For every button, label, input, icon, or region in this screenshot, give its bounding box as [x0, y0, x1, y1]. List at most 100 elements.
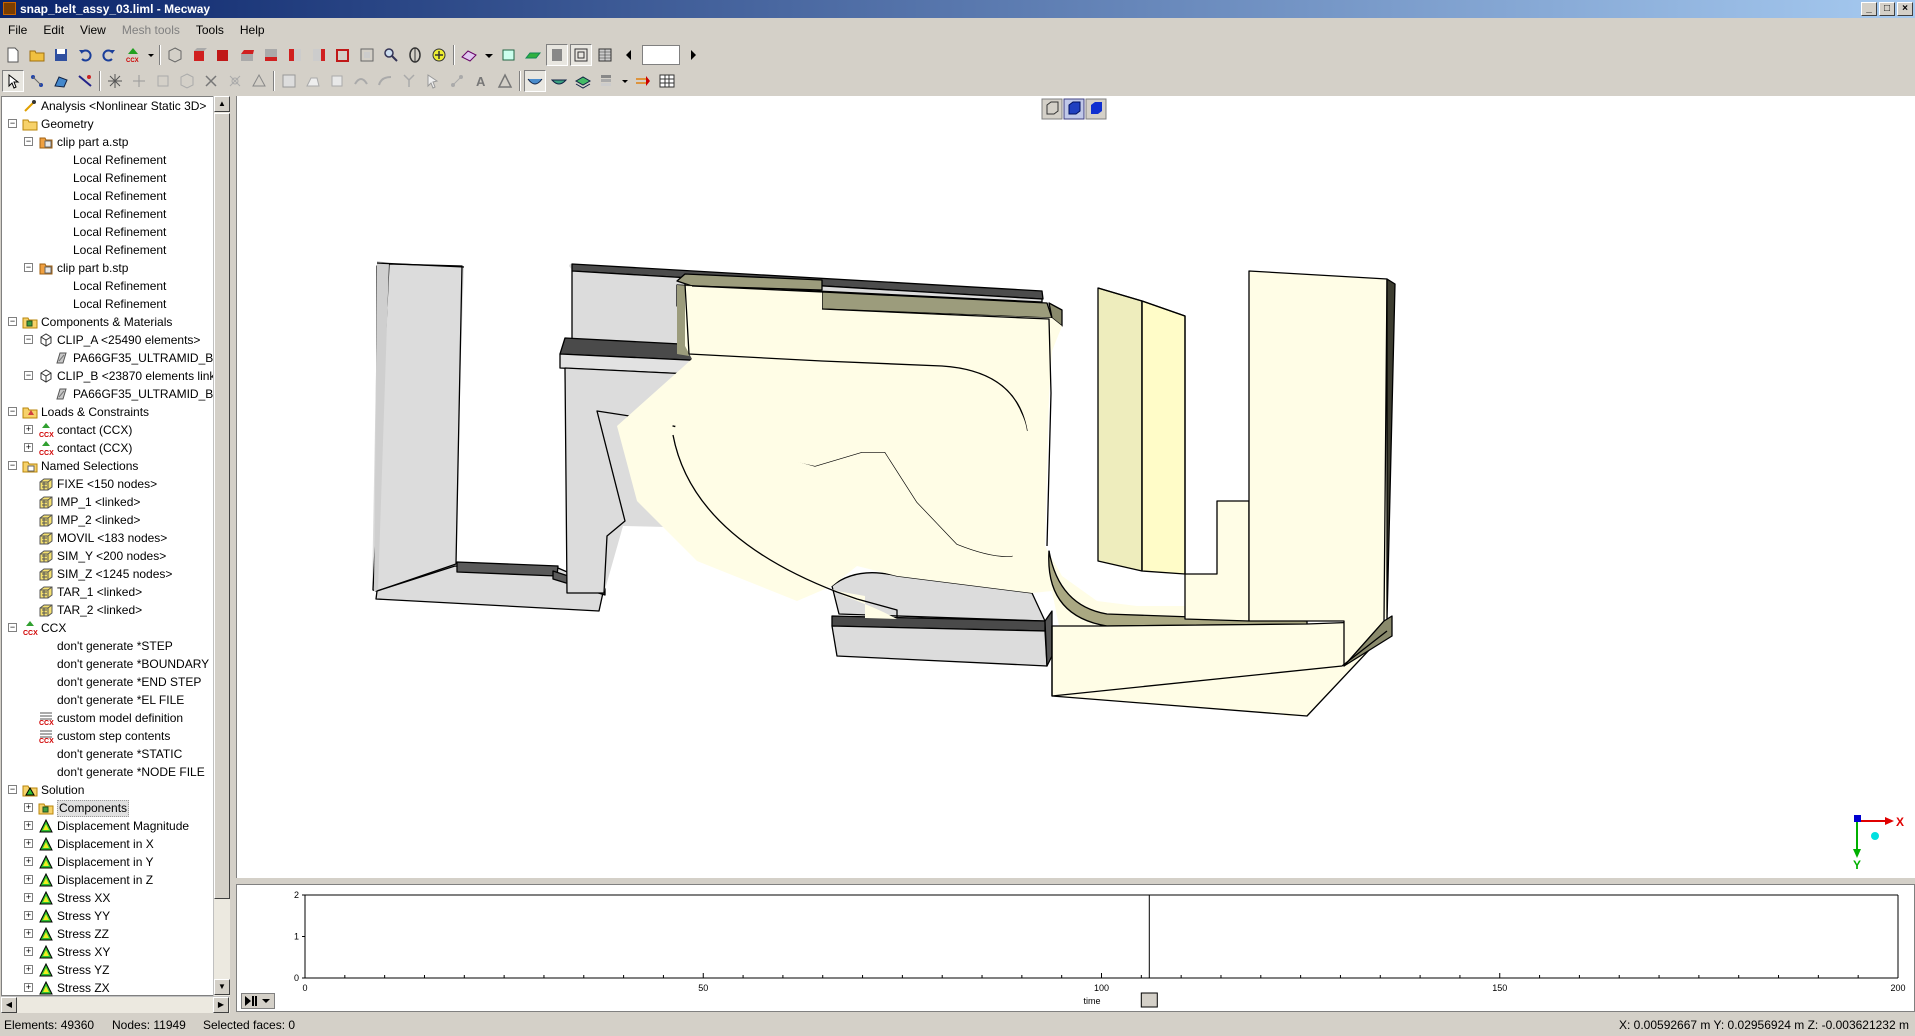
expand-icon[interactable]: + — [24, 911, 33, 920]
redo-button[interactable] — [98, 44, 120, 66]
tree-item[interactable]: SIM_Z <1245 nodes> — [2, 565, 214, 583]
collapse-icon[interactable]: − — [8, 119, 17, 128]
scatter-button[interactable] — [128, 70, 150, 92]
new-file-button[interactable] — [2, 44, 24, 66]
display-mode-button[interactable] — [522, 44, 544, 66]
label-a-button[interactable]: A — [470, 70, 492, 92]
view-back-button[interactable] — [212, 44, 234, 66]
expand-icon[interactable]: + — [24, 983, 33, 992]
scroll-left-arrow[interactable]: ◀ — [1, 997, 17, 1013]
tree-item[interactable]: don't generate *STEP — [2, 637, 214, 655]
tree-item[interactable]: Local Refinement — [2, 187, 214, 205]
expand-icon[interactable]: + — [24, 443, 33, 452]
tree-item[interactable]: + CCX contact (CCX) — [2, 439, 214, 457]
tree-item[interactable]: don't generate *NODE FILE — [2, 763, 214, 781]
view-isometric-button[interactable] — [164, 44, 186, 66]
triangle-tool-button[interactable] — [248, 70, 270, 92]
tree-item[interactable]: − Components & Materials — [2, 313, 214, 331]
collapse-icon[interactable]: − — [8, 785, 17, 794]
collapse-icon[interactable]: − — [24, 371, 33, 380]
tree-item[interactable]: PA66GF35_ULTRAMID_BA — [2, 385, 215, 403]
model-viewport[interactable]: X Y — [236, 96, 1915, 878]
tree-item[interactable]: don't generate *EL FILE — [2, 691, 214, 709]
tree-item[interactable]: + Displacement in Y — [2, 853, 214, 871]
frame-forward-button[interactable] — [682, 44, 704, 66]
select-edges-button[interactable] — [74, 70, 96, 92]
expand-icon[interactable]: + — [24, 821, 33, 830]
menu-file[interactable]: File — [0, 20, 35, 40]
tree-item[interactable]: + Stress YZ — [2, 961, 214, 979]
tree-item[interactable]: CCX custom step contents — [2, 727, 214, 745]
view-right-button[interactable] — [308, 44, 330, 66]
tree-item[interactable]: Local Refinement — [2, 295, 214, 313]
collapse-icon[interactable]: − — [8, 461, 17, 470]
expand-icon[interactable]: + — [24, 929, 33, 938]
tree-item[interactable]: − Solution — [2, 781, 214, 799]
collapse-icon[interactable]: − — [24, 335, 33, 344]
tree-item[interactable]: + Stress ZX — [2, 979, 214, 995]
collapse-icon[interactable]: − — [8, 317, 17, 326]
mesh-wire-button[interactable] — [594, 44, 616, 66]
collapse-icon[interactable]: − — [24, 137, 33, 146]
tree-item[interactable]: TAR_2 <linked> — [2, 601, 214, 619]
expand-icon[interactable]: + — [24, 947, 33, 956]
triangle-outline-button[interactable] — [494, 70, 516, 92]
menu-view[interactable]: View — [72, 20, 114, 40]
solve-dropdown-button[interactable] — [146, 44, 156, 66]
playback-controls[interactable] — [241, 993, 275, 1009]
edges-view-button[interactable] — [570, 44, 592, 66]
branch-button[interactable] — [398, 70, 420, 92]
open-file-button[interactable] — [26, 44, 48, 66]
view-front-button[interactable] — [188, 44, 210, 66]
tree-item[interactable]: + Displacement in X — [2, 835, 214, 853]
collapse-icon[interactable]: − — [8, 623, 17, 632]
tree-item[interactable]: − Named Selections — [2, 457, 214, 475]
sweep-button[interactable] — [350, 70, 372, 92]
transfer-button[interactable] — [632, 70, 654, 92]
tree-item[interactable]: FIXE <150 nodes> — [2, 475, 214, 493]
expand-icon[interactable]: + — [24, 425, 33, 434]
tree-item[interactable]: PA66GF35_ULTRAMID_BA — [2, 349, 215, 367]
tree-item[interactable]: + CCX contact (CCX) — [2, 421, 214, 439]
close-button[interactable]: × — [1897, 2, 1913, 16]
menu-help[interactable]: Help — [232, 20, 273, 40]
expand-icon[interactable]: + — [24, 875, 33, 884]
tree-item[interactable]: − Loads & Constraints — [2, 403, 214, 421]
tree-item[interactable]: Local Refinement — [2, 205, 214, 223]
mesh-refine-button[interactable] — [278, 70, 300, 92]
time-graph[interactable]: 0 1 2 0 50 100 150 200 time — [237, 885, 1914, 1011]
tree-item[interactable]: + Stress XY — [2, 943, 214, 961]
extrude-button[interactable] — [302, 70, 324, 92]
shaded-view-button[interactable] — [546, 44, 568, 66]
tree-item[interactable]: + Stress XX — [2, 889, 214, 907]
tree-item[interactable]: IMP_1 <linked> — [2, 493, 214, 511]
layers-button[interactable] — [572, 70, 594, 92]
pan-button[interactable] — [428, 44, 450, 66]
tree-item[interactable]: MOVIL <183 nodes> — [2, 529, 214, 547]
maximize-button[interactable]: □ — [1879, 2, 1895, 16]
table-button[interactable] — [656, 70, 678, 92]
scroll-down-arrow[interactable]: ▼ — [214, 979, 230, 995]
delete-button[interactable] — [200, 70, 222, 92]
tree-item[interactable]: Local Refinement — [2, 241, 214, 259]
tree-item[interactable]: − clip part a.stp — [2, 133, 214, 151]
tree-item[interactable]: don't generate *STATIC — [2, 745, 214, 763]
solve-ccx-button[interactable]: CCX — [122, 44, 144, 66]
frame-field[interactable] — [642, 45, 680, 65]
undo-button[interactable] — [74, 44, 96, 66]
select-pointer-button[interactable] — [2, 70, 24, 92]
tree-item[interactable]: + Displacement in Z — [2, 871, 214, 889]
contour-button[interactable] — [596, 70, 618, 92]
tree-item[interactable]: SIM_Y <200 nodes> — [2, 547, 214, 565]
collapse-icon[interactable]: − — [24, 263, 33, 272]
expand-icon[interactable]: + — [24, 839, 33, 848]
revolve-button[interactable] — [326, 70, 348, 92]
box-select-button[interactable] — [152, 70, 174, 92]
tree-item[interactable]: CCX custom model definition — [2, 709, 214, 727]
zoom-fit-button[interactable] — [356, 44, 378, 66]
blue-bowl-button[interactable] — [524, 70, 546, 92]
scroll-up-arrow[interactable]: ▲ — [214, 96, 230, 112]
tree-vertical-scrollbar[interactable]: ▲ ▼ — [213, 96, 230, 996]
mesh-view-button[interactable] — [458, 44, 480, 66]
minimize-button[interactable]: _ — [1861, 2, 1877, 16]
